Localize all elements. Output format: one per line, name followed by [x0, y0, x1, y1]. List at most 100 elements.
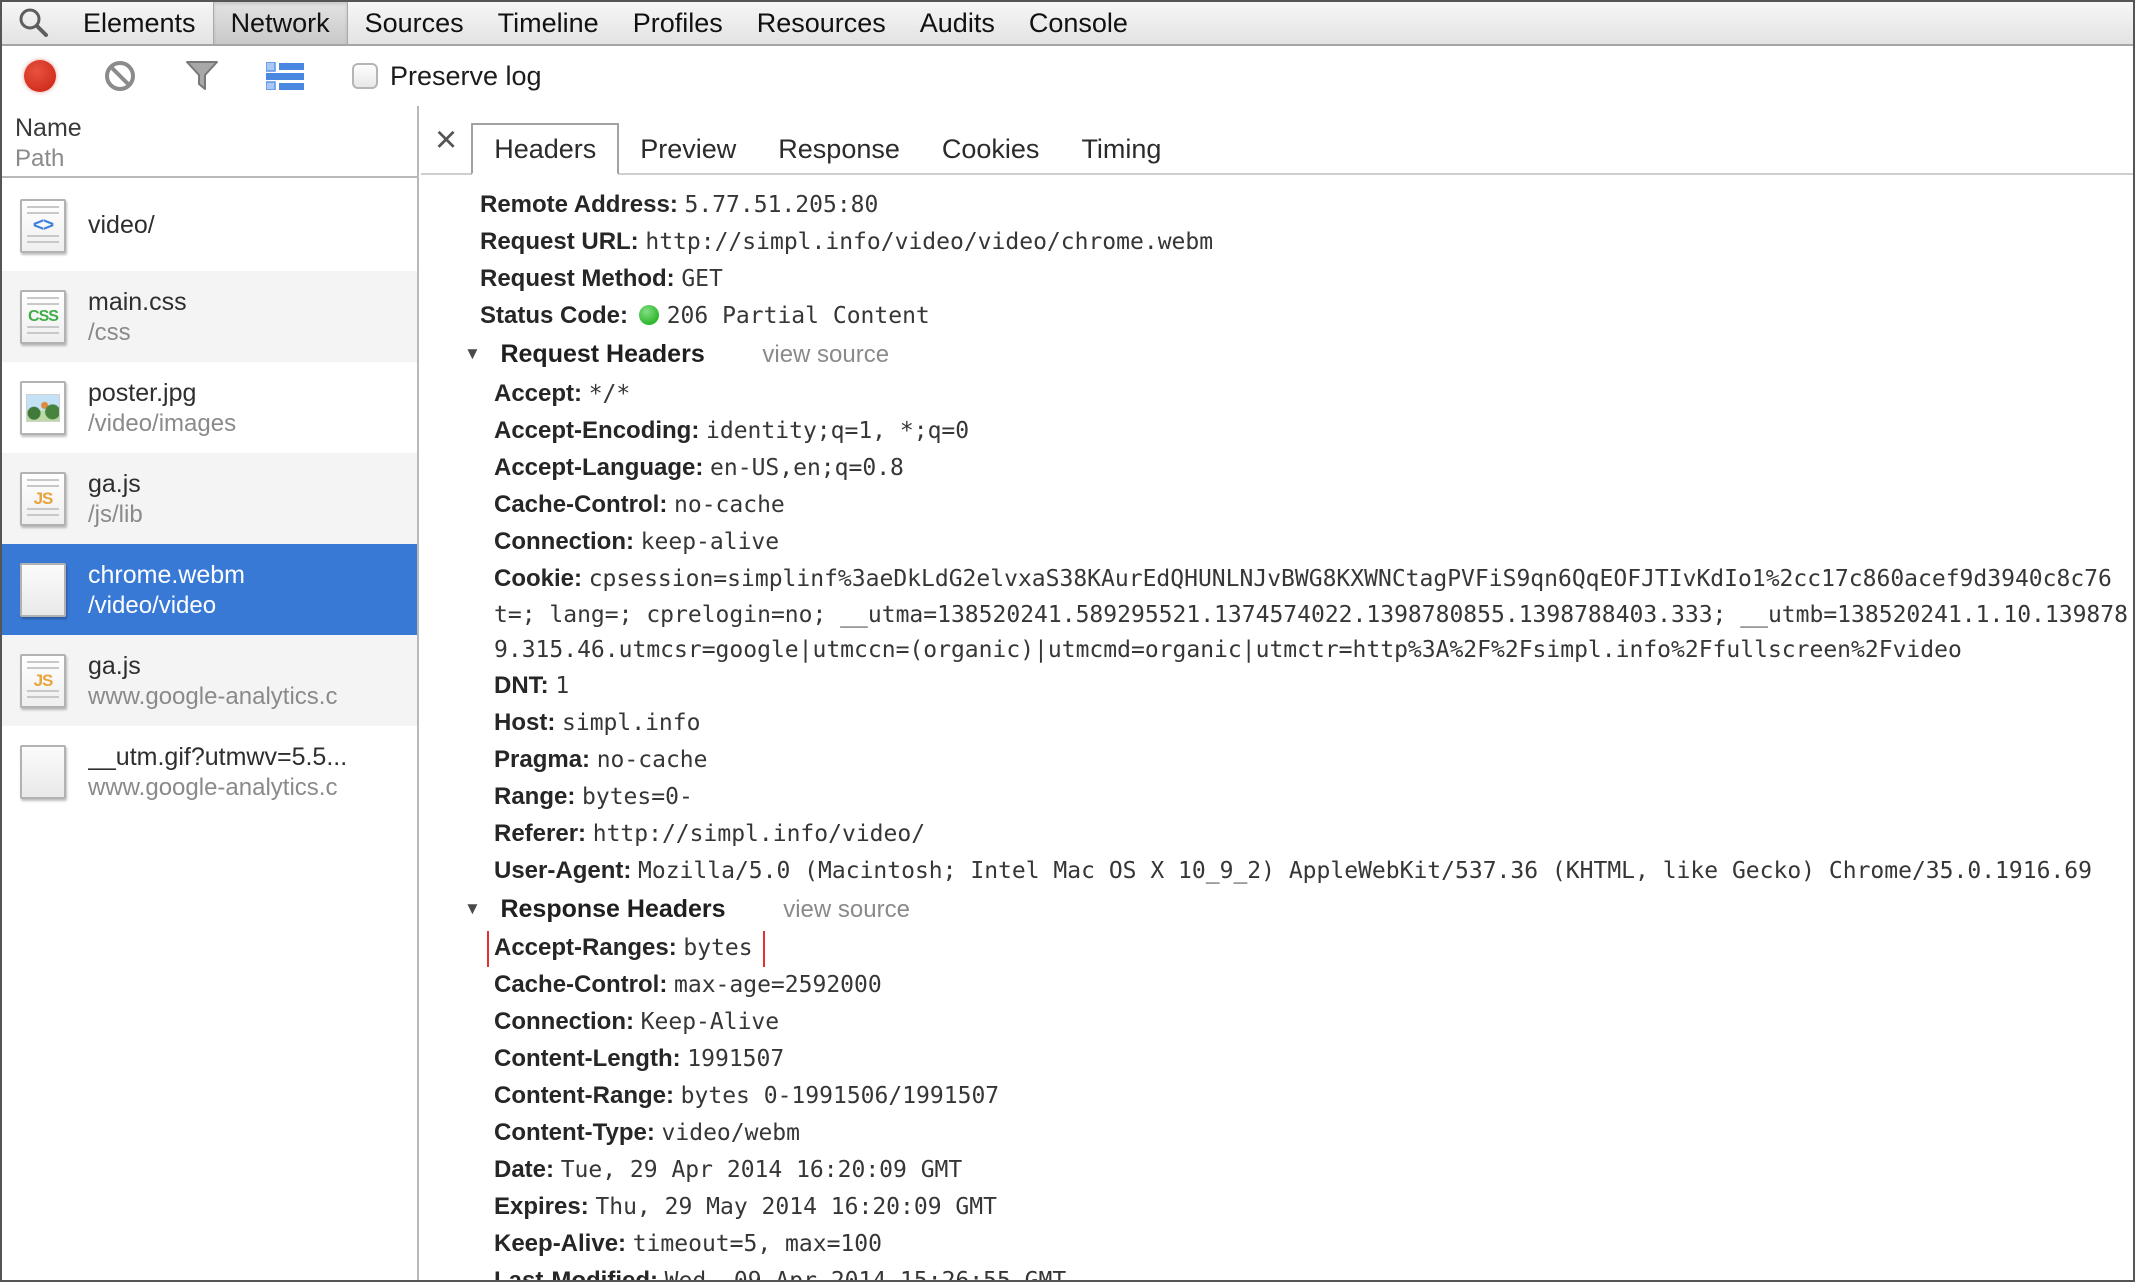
request-path: /js/lib	[88, 500, 143, 528]
header-value: keep-alive	[640, 529, 780, 555]
header-value: simpl.info	[562, 710, 701, 736]
header-value: */*	[588, 381, 631, 407]
devtools-window: Elements Network Sources Timeline Profiles Re…	[0, 0, 2135, 1282]
header-value: no-cache	[596, 747, 708, 773]
header-name: Accept:	[494, 380, 589, 407]
header-row: User-Agent: Mozilla/5.0 (Macintosh; Inte…	[421, 853, 2133, 890]
request-name: ga.js	[88, 469, 141, 498]
header-name: Cookie:	[494, 565, 589, 592]
header-row: Keep-Alive: timeout=5, max=100	[421, 1226, 2133, 1263]
header-value: Keep-Alive	[640, 1009, 780, 1035]
large-rows-toggle[interactable]	[266, 62, 304, 90]
header-name: Request URL:	[480, 228, 646, 255]
main-toolbar-tab-network[interactable]: Network	[212, 2, 348, 44]
red-highlight-box: Accept-Ranges: bytes	[487, 931, 765, 967]
main-toolbar-tab-console[interactable]: Console	[1012, 2, 1145, 44]
main-toolbar-tab-timeline[interactable]: Timeline	[481, 2, 616, 44]
clear-icon	[105, 61, 135, 91]
request-list-item[interactable]: chrome.webm /video/video	[2, 544, 417, 635]
header-row: Pragma: no-cache	[421, 742, 2133, 779]
request-path: /css	[88, 318, 131, 346]
header-name: Referer:	[494, 820, 593, 847]
section-title[interactable]: Request Headers	[500, 340, 704, 368]
header-row: Content-Length: 1991507	[421, 1041, 2133, 1078]
header-value: identity;q=1, *;q=0	[706, 418, 970, 444]
header-row: Accept-Language: en-US,en;q=0.8	[421, 450, 2133, 487]
clear-button[interactable]	[102, 58, 138, 94]
request-list-item[interactable]: JS ga.js /js/lib	[2, 453, 417, 544]
request-path: www.google-analytics.c	[88, 682, 338, 710]
request-list-item[interactable]: <> video/	[2, 180, 417, 271]
large-rows-icon	[266, 62, 304, 90]
headers-section-row: ▼ Response Headers view source	[421, 890, 2133, 931]
main-toolbar-tab-resources[interactable]: Resources	[740, 2, 903, 44]
triangle-down-icon[interactable]: ▼	[464, 890, 481, 928]
header-row: Request Method: GET	[421, 261, 2133, 298]
request-name: __utm.gif?utmwv=5.5...	[88, 742, 348, 771]
header-value: http://simpl.info/video/	[592, 821, 926, 847]
main-toolbar-tab-elements[interactable]: Elements	[66, 2, 213, 44]
header-row: Date: Tue, 29 Apr 2014 16:20:09 GMT	[421, 1152, 2133, 1189]
status-green-dot-icon	[638, 305, 659, 325]
search-button[interactable]	[2, 2, 66, 44]
header-value: 1	[555, 673, 570, 699]
header-name: Cache-Control:	[494, 971, 674, 998]
view-source-link[interactable]: view source	[783, 896, 910, 923]
header-row: Expires: Thu, 29 May 2014 16:20:09 GMT	[421, 1189, 2133, 1226]
header-row: DNT: 1	[421, 668, 2133, 705]
name-column-header: Name	[15, 114, 82, 142]
image-doc-icon	[20, 380, 66, 435]
header-row: Request URL: http://simpl.info/video/vid…	[421, 224, 2133, 261]
plain-doc-icon	[20, 562, 66, 617]
request-detail-tabstrip: × Headers Preview Response Cookies Timing	[421, 106, 2133, 175]
close-icon[interactable]: ×	[435, 121, 457, 159]
request-path: /video/images	[88, 409, 237, 437]
header-value: bytes 0-1991506/1991507	[680, 1083, 1000, 1109]
request-list-item[interactable]: __utm.gif?utmwv=5.5... www.google-analyt…	[2, 726, 417, 817]
header-name: Keep-Alive:	[494, 1230, 633, 1257]
view-source-link[interactable]: view source	[762, 341, 889, 368]
main-toolbar-tab-audits[interactable]: Audits	[903, 2, 1012, 44]
record-icon[interactable]	[24, 60, 56, 92]
header-row: Status Code: 206 Partial Content	[421, 298, 2133, 335]
header-value: Thu, 29 May 2014 16:20:09 GMT	[595, 1194, 997, 1220]
request-path: www.google-analytics.c	[88, 773, 338, 801]
detail-tab-timing[interactable]: Timing	[1060, 125, 1182, 173]
header-name: Connection:	[494, 528, 641, 555]
main-toolbar-tab-sources[interactable]: Sources	[348, 2, 481, 44]
detail-tab-response[interactable]: Response	[757, 125, 921, 173]
header-name: Content-Length:	[494, 1045, 688, 1072]
request-list-item[interactable]: JS ga.js www.google-analytics.c	[2, 635, 417, 726]
header-row: Content-Range: bytes 0-1991506/1991507	[421, 1078, 2133, 1115]
header-row: Content-Type: video/webm	[421, 1115, 2133, 1152]
preserve-log-checkbox[interactable]	[352, 63, 378, 89]
detail-tab-headers[interactable]: Headers	[471, 123, 620, 175]
request-list-item[interactable]: poster.jpg /video/images	[2, 362, 417, 453]
request-list-item[interactable]: CSS main.css /css	[2, 271, 417, 362]
section-title[interactable]: Response Headers	[500, 895, 725, 923]
header-name: Accept-Encoding:	[494, 417, 707, 444]
header-value: 1991507	[687, 1046, 785, 1072]
header-row: Referer: http://simpl.info/video/	[421, 816, 2133, 853]
header-name: Remote Address:	[480, 191, 685, 218]
header-name: Date:	[494, 1156, 561, 1183]
header-name: Connection:	[494, 1008, 641, 1035]
triangle-down-icon[interactable]: ▼	[464, 335, 481, 373]
header-value: 5.77.51.205:80	[684, 192, 879, 218]
preserve-log-label: Preserve log	[390, 60, 542, 91]
filter-button[interactable]	[184, 59, 220, 93]
header-value: no-cache	[674, 492, 785, 518]
header-row: Accept: */*	[421, 376, 2133, 413]
header-row: Cache-Control: max-age=2592000	[421, 967, 2133, 1004]
main-toolbar-tab-profiles[interactable]: Profiles	[616, 2, 740, 44]
header-value: en-US,en;q=0.8	[710, 455, 904, 481]
detail-tab-cookies[interactable]: Cookies	[921, 125, 1061, 173]
detail-tab-preview[interactable]: Preview	[619, 125, 757, 173]
header-row: Accept-Ranges: bytes	[421, 931, 2133, 967]
header-value: bytes=0-	[582, 784, 693, 810]
network-requests-sidebar: Name Path <> video/ CSS main.css /css po…	[2, 106, 419, 1280]
header-row: Connection: Keep-Alive	[421, 1004, 2133, 1041]
requests-table-header[interactable]: Name Path	[2, 106, 417, 178]
header-name: Accept-Ranges:	[494, 934, 684, 961]
header-value: cpsession=simplinf%3aeDkLdG2elvxaS38KAur…	[588, 566, 2112, 592]
